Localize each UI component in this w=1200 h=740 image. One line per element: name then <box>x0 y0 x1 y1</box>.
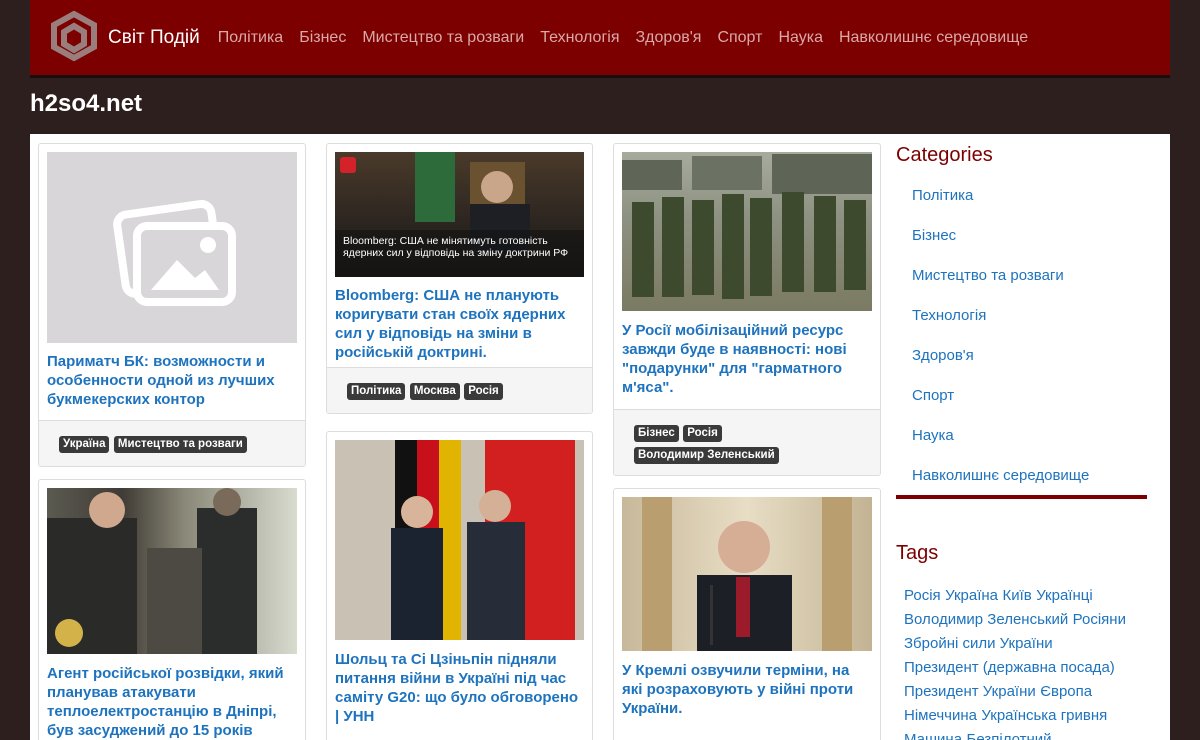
tag-badge[interactable]: Мистецтво та розваги <box>113 436 247 453</box>
tag-link[interactable]: Володимир Зеленський <box>904 611 1068 628</box>
image-placeholder[interactable] <box>47 152 297 343</box>
nav-link-science[interactable]: Наука <box>778 29 823 47</box>
tag-link[interactable]: Україна <box>945 587 998 604</box>
article-card[interactable]: Париматч БК: возможности и особенности о… <box>38 143 306 467</box>
logo-text: Світ Подій <box>108 26 200 48</box>
category-link-health[interactable]: Здоров'я <box>912 346 1152 386</box>
tag-badge[interactable]: Володимир Зеленський <box>634 447 779 464</box>
category-link-technology[interactable]: Технологія <box>912 306 1152 346</box>
tag-badge[interactable]: Бізнес <box>634 425 679 442</box>
tag-link[interactable]: Європа <box>1040 683 1092 700</box>
photo-spokesman <box>642 497 852 651</box>
tag-link[interactable]: Машина <box>904 731 962 740</box>
article-card[interactable]: Bloomberg: США не мінятимуть готовність … <box>326 143 593 414</box>
nav-link-technology[interactable]: Технологія <box>540 29 619 47</box>
image-placeholder-icon <box>113 200 236 306</box>
article-image[interactable] <box>47 488 297 654</box>
tag-badge[interactable]: Політика <box>347 383 406 400</box>
article-title[interactable]: Париматч БК: возможности и особенности о… <box>47 352 297 409</box>
nav-link-arts[interactable]: Мистецтво та розваги <box>362 29 524 47</box>
article-title[interactable]: У Кремлі озвучили терміни, на які розрах… <box>622 661 872 718</box>
article-image[interactable] <box>622 152 872 311</box>
tag-badge[interactable]: Росія <box>464 383 503 400</box>
tag-link[interactable]: Безпілотний <box>967 731 1052 740</box>
tag-link[interactable]: Президент (державна посада) <box>904 659 1115 676</box>
category-link-science[interactable]: Наука <box>912 426 1152 466</box>
tag-link[interactable]: Росія <box>904 587 941 604</box>
tag-badge[interactable]: Росія <box>683 425 722 442</box>
category-link-arts[interactable]: Мистецтво та розваги <box>912 266 1152 306</box>
photo-leaders <box>391 440 575 640</box>
article-title[interactable]: У Росії мобілізаційний ресурс завжди буд… <box>622 321 872 397</box>
category-link-business[interactable]: Бізнес <box>912 226 1152 266</box>
article-tags: Бізнес Росія Володимир Зеленський <box>614 409 880 475</box>
image-caption: Bloomberg: США не мінятимуть готовність … <box>343 235 569 259</box>
top-navbar: Світ Подій Політика Бізнес Мистецтво та … <box>30 0 1170 78</box>
article-card[interactable]: У Росії мобілізаційний ресурс завжди буд… <box>613 143 881 476</box>
tag-link[interactable]: Збройні сили України <box>904 635 1053 652</box>
article-card[interactable]: Шольц та Сі Цзіньпін підняли питання вій… <box>326 431 593 740</box>
tag-link[interactable]: Росіяни <box>1073 611 1126 628</box>
tag-badge[interactable]: Україна <box>59 436 110 453</box>
site-title: h2so4.net <box>30 90 143 117</box>
tag-link[interactable]: Українці <box>1036 587 1092 604</box>
main-nav: Політика Бізнес Мистецтво та розваги Тех… <box>218 29 1044 47</box>
tag-link[interactable]: Українська гривня <box>981 707 1107 724</box>
tags-cloud: Росія Україна Київ Українці Володимир Зе… <box>904 584 1164 740</box>
category-link-politics[interactable]: Політика <box>912 186 1152 226</box>
category-link-environment[interactable]: Навколишнє середовище <box>912 466 1152 506</box>
main-content: Париматч БК: возможности и особенности о… <box>30 134 1170 740</box>
article-tags: Україна Мистецтво та розваги <box>39 420 305 466</box>
photo-soldiers <box>622 154 872 299</box>
logo-icon <box>51 10 97 61</box>
nav-link-sport[interactable]: Спорт <box>717 29 762 47</box>
category-link-sport[interactable]: Спорт <box>912 386 1152 426</box>
tag-badge[interactable]: Москва <box>409 383 460 400</box>
nav-link-environment[interactable]: Навколишнє середовище <box>839 29 1028 47</box>
article-title[interactable]: Шольц та Сі Цзіньпін підняли питання вій… <box>335 650 584 726</box>
categories-heading: Categories <box>896 144 993 166</box>
article-tags: Політика Москва Росія <box>327 367 592 413</box>
photo-officers <box>47 488 257 654</box>
article-image[interactable] <box>335 440 584 640</box>
categories-list: Політика Бізнес Мистецтво та розваги Тех… <box>912 186 1152 506</box>
tag-link[interactable]: Київ <box>1002 587 1031 604</box>
article-title[interactable]: Bloomberg: США не планують коригувати ст… <box>335 286 584 362</box>
nav-link-business[interactable]: Бізнес <box>299 29 346 47</box>
tag-link[interactable]: Німеччина <box>904 707 977 724</box>
tag-link[interactable]: Президент України <box>904 683 1036 700</box>
nav-link-health[interactable]: Здоров'я <box>636 29 702 47</box>
article-card[interactable]: У Кремлі озвучили терміни, на які розрах… <box>613 488 881 740</box>
article-title[interactable]: Агент російської розвідки, який планував… <box>47 664 297 740</box>
article-image[interactable]: Bloomberg: США не мінятимуть готовність … <box>335 152 584 277</box>
nav-link-politics[interactable]: Політика <box>218 29 283 47</box>
article-image[interactable] <box>622 497 872 651</box>
categories-divider <box>896 495 1147 499</box>
tags-heading: Tags <box>896 542 939 564</box>
article-card[interactable]: Агент російської розвідки, який планував… <box>38 479 306 740</box>
site-logo[interactable]: Світ Подій <box>44 10 200 66</box>
